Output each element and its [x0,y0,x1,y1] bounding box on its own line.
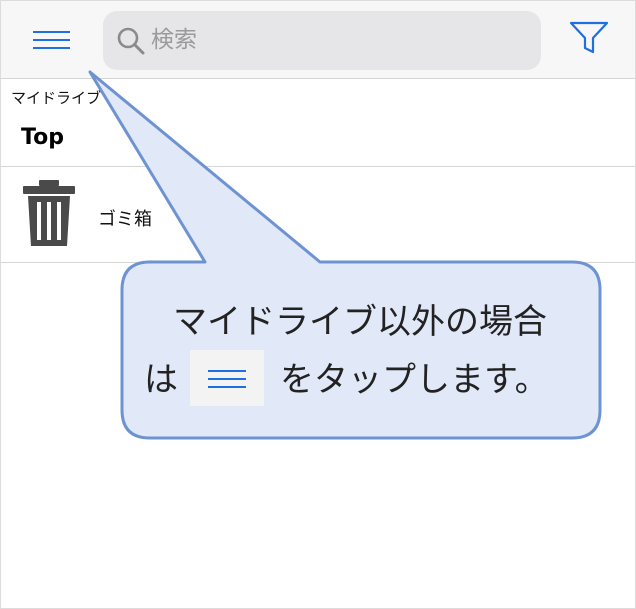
list-item-trash[interactable]: ゴミ箱 [1,167,635,262]
filter-button[interactable] [567,19,611,59]
menu-button[interactable] [23,19,81,61]
callout-line2: は をタップします。 [140,350,600,410]
page-title: Top [21,125,64,150]
divider [1,262,635,263]
callout-text-start: は [144,360,178,400]
breadcrumb[interactable]: マイドライブ [11,87,101,108]
hamburger-icon [33,31,70,49]
trash-icon [23,180,75,246]
hamburger-icon [190,350,264,406]
callout-line1: マイドライブ以外の場合 [173,302,547,342]
search-icon [117,27,145,55]
list-item-label: ゴミ箱 [98,209,152,230]
search-input[interactable] [151,23,521,57]
search-bar[interactable] [103,11,541,70]
filter-icon [569,21,609,54]
top-toolbar [1,1,635,79]
callout-text-end: をタップします。 [280,360,549,400]
